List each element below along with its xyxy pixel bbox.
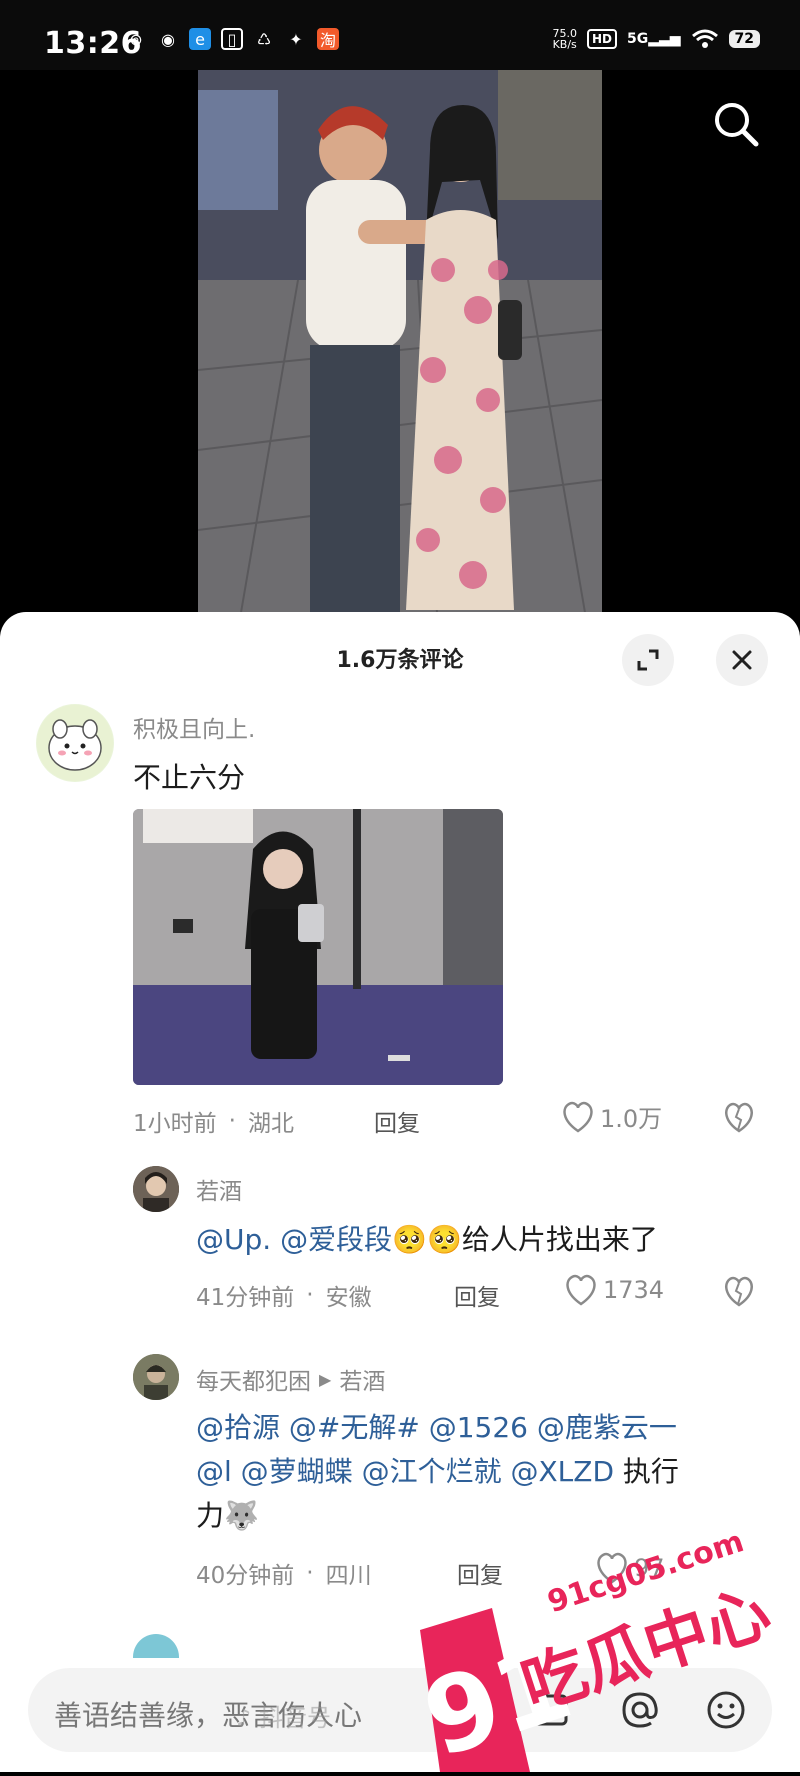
app-notification-icon: e bbox=[189, 28, 211, 50]
heart-icon bbox=[563, 1101, 593, 1133]
reply-time: 41分钟前 bbox=[196, 1285, 295, 1311]
separator-dot: · bbox=[228, 1108, 236, 1134]
like-button[interactable]: 1.0万 bbox=[560, 1099, 662, 1134]
reply-text-line[interactable]: @拾源 @#无解# @1526 @鹿紫云一 bbox=[196, 1406, 677, 1446]
reply-username-row: 每天都犯困 ▶ 若酒 bbox=[196, 1362, 385, 1396]
weibo-alt-icon: ◉ bbox=[161, 29, 175, 49]
wifi-icon bbox=[691, 29, 718, 48]
avatar[interactable] bbox=[36, 704, 114, 782]
like-button[interactable]: 97 bbox=[594, 1551, 665, 1585]
image-icon bbox=[532, 1694, 568, 1726]
reply-avatar[interactable] bbox=[133, 1354, 179, 1400]
bookmark-app-icon: ▯ bbox=[221, 28, 243, 50]
mention-button[interactable] bbox=[618, 1688, 662, 1732]
tiktok-watermark-text: 抖音号 bbox=[258, 1704, 331, 1732]
reply-text-line: 力🐺 bbox=[196, 1494, 259, 1534]
expand-icon bbox=[637, 649, 659, 671]
reply-avatar[interactable] bbox=[133, 1166, 179, 1212]
comments-count-title: 1.6万条评论 bbox=[336, 648, 464, 673]
comment-time: 1小时前 bbox=[133, 1111, 217, 1137]
notification-icons: ⊚ ◉ e ▯ ♺ ✦ 淘 bbox=[125, 28, 339, 50]
reply-button[interactable]: 回复 bbox=[457, 1556, 503, 1590]
comment-location: 湖北 bbox=[247, 1111, 294, 1137]
leaf-app-icon: ♺ bbox=[256, 29, 272, 49]
comment-photo bbox=[133, 809, 503, 1085]
comments-sheet: 1.6万条评论 积极且向上. 不止六分 1小时前 · 湖北 回复 1.0万 若酒… bbox=[0, 612, 800, 1772]
reply-meta: 40分钟前 · 四川 bbox=[196, 1556, 372, 1590]
cellular-signal-icon: 5G▂▃▅ bbox=[626, 31, 681, 47]
dislike-button[interactable] bbox=[722, 1101, 756, 1135]
reply-avatar-image bbox=[133, 1166, 179, 1212]
separator-dot: · bbox=[306, 1560, 314, 1586]
pleading-face-emoji: 🥺🥺 bbox=[392, 1223, 462, 1256]
comment-text: 不止六分 bbox=[133, 761, 246, 794]
close-icon bbox=[732, 650, 752, 670]
mention-link[interactable]: @爱段段 bbox=[280, 1223, 392, 1256]
wolf-emoji: 🐺 bbox=[224, 1499, 259, 1532]
like-button[interactable]: 1734 bbox=[563, 1273, 664, 1307]
reply-text: @Up. @爱段段🥺🥺给人片找出来了 bbox=[196, 1218, 658, 1258]
reply-text-suffix: 执行 bbox=[614, 1455, 679, 1488]
video-still-image bbox=[198, 70, 602, 630]
weibo-icon: ⊚ bbox=[129, 29, 143, 49]
tiktok-logo-icon: ♪ bbox=[236, 1704, 252, 1732]
like-count: 1.0万 bbox=[600, 1105, 663, 1133]
avatar-image bbox=[37, 705, 113, 781]
heart-icon bbox=[566, 1274, 596, 1306]
like-count: 97 bbox=[634, 1554, 665, 1582]
emoji-icon bbox=[707, 1691, 745, 1729]
battery-indicator: 72 bbox=[728, 30, 760, 48]
reply-location: 四川 bbox=[325, 1563, 372, 1589]
comment-attached-image[interactable] bbox=[133, 809, 503, 1085]
reply-time: 40分钟前 bbox=[196, 1563, 295, 1589]
reply-username[interactable]: 若酒 bbox=[196, 1172, 242, 1206]
reply-to-username[interactable]: 若酒 bbox=[339, 1362, 385, 1396]
next-reply-avatar[interactable] bbox=[133, 1634, 179, 1658]
reply-text-suffix: 给人片找出来了 bbox=[461, 1223, 658, 1256]
status-indicators: 75.0 KB/s HD 5G▂▃▅ 72 bbox=[552, 28, 760, 50]
mention-links[interactable]: @l @萝蝴蝶 @江个烂就 @XLZD bbox=[196, 1455, 614, 1488]
taobao-icon: 淘 bbox=[317, 28, 339, 50]
reply-text-line: @l @萝蝴蝶 @江个烂就 @XLZD 执行 bbox=[196, 1450, 679, 1490]
video-frame[interactable] bbox=[198, 70, 602, 630]
at-sign-icon bbox=[622, 1692, 658, 1728]
video-player[interactable] bbox=[0, 70, 800, 630]
reply-meta: 41分钟前 · 安徽 bbox=[196, 1278, 372, 1312]
broken-heart-icon bbox=[725, 1102, 753, 1133]
comment-username[interactable]: 积极且向上. bbox=[133, 710, 255, 744]
network-speed-unit: KB/s bbox=[552, 38, 577, 51]
reply-avatar-image bbox=[133, 1354, 179, 1400]
network-type: 5G bbox=[626, 31, 649, 47]
reply-to-arrow-icon: ▶ bbox=[319, 1369, 332, 1389]
broken-heart-icon bbox=[725, 1276, 753, 1307]
close-button[interactable] bbox=[716, 634, 768, 686]
tiktok-watermark: ♪ 抖音号 bbox=[236, 1698, 331, 1733]
mention-link[interactable]: @Up. bbox=[196, 1223, 271, 1256]
search-button[interactable] bbox=[708, 96, 764, 152]
expand-button[interactable] bbox=[622, 634, 674, 686]
image-button[interactable] bbox=[528, 1688, 572, 1732]
emoji-button[interactable] bbox=[704, 1688, 748, 1732]
separator-dot: · bbox=[306, 1282, 314, 1308]
reply-location: 安徽 bbox=[325, 1285, 372, 1311]
running-app-icon: ✦ bbox=[289, 29, 303, 49]
reply-button[interactable]: 回复 bbox=[374, 1104, 420, 1138]
dislike-button[interactable] bbox=[722, 1275, 756, 1309]
reply-text-end: 力 bbox=[196, 1499, 225, 1532]
reply-button[interactable]: 回复 bbox=[454, 1278, 500, 1312]
heart-icon bbox=[597, 1552, 627, 1584]
comment-meta: 1小时前 · 湖北 bbox=[133, 1104, 294, 1138]
network-speed: 75.0 KB/s bbox=[552, 28, 577, 50]
like-count: 1734 bbox=[603, 1276, 665, 1304]
search-icon bbox=[715, 103, 759, 147]
reply-username[interactable]: 每天都犯困 bbox=[196, 1362, 311, 1396]
hd-voice-icon: HD bbox=[586, 29, 617, 49]
comment-input-bar[interactable]: 善语结善缘，恶言伤人心 bbox=[28, 1668, 772, 1752]
